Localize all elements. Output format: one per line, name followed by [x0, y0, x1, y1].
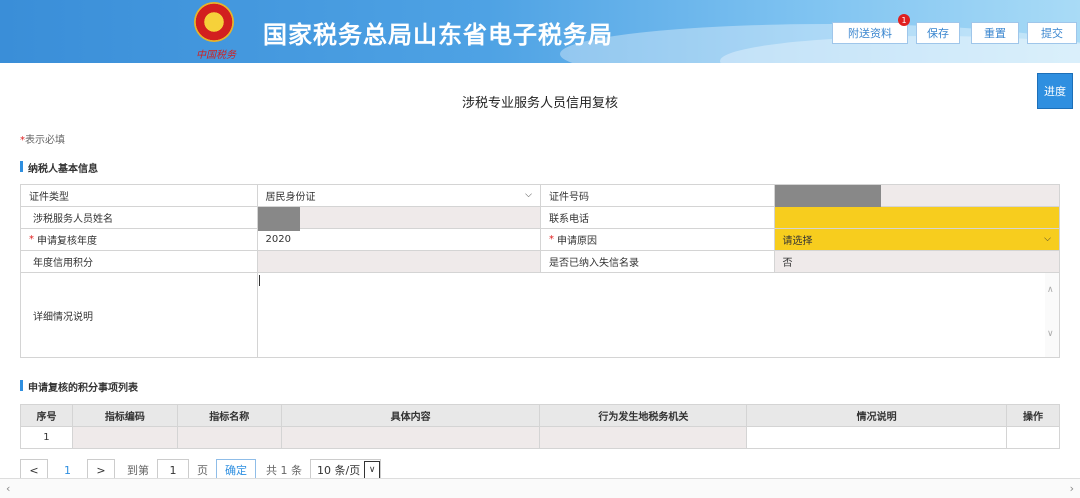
id-number-field[interactable] [774, 185, 1059, 209]
detail-textarea[interactable]: ∧ ∨ [258, 273, 1059, 357]
row-code [71, 426, 178, 449]
table-header-row: 序号 指标编码 指标名称 具体内容 行为发生地税务机关 情况说明 操作 [20, 404, 1061, 427]
credit-label: 年度信用积分 [21, 251, 258, 272]
section-title-list: 申请复核的积分事项列表 [20, 379, 138, 394]
row-content [280, 426, 541, 449]
col-tax-office: 行为发生地税务机关 [539, 404, 748, 427]
form-row-year: * 申请复核年度 2020 * 申请原因 请选择 ⌵ [21, 229, 1059, 251]
chevron-down-icon: ⌵ [1044, 234, 1051, 244]
col-name: 指标名称 [176, 404, 282, 427]
form-row-id: 证件类型 居民身份证 ⌵ 证件号码 [21, 185, 1059, 209]
page-title: 涉税专业服务人员信用复核 [461, 96, 618, 111]
detail-label: 详细情况说明 [21, 273, 258, 357]
blacklist-field: 否 [774, 251, 1059, 272]
page-unit-label: 页 [197, 464, 208, 477]
phone-label: 联系电话 [541, 207, 775, 228]
required-note: *表示必填 [20, 131, 65, 146]
year-label: * 申请复核年度 [21, 229, 258, 250]
id-number-label: 证件号码 [541, 185, 775, 206]
text-caret [258, 275, 260, 286]
credit-field [257, 251, 541, 272]
id-type-select[interactable]: 居民身份证 ⌵ [258, 185, 541, 206]
col-index: 序号 [20, 404, 73, 427]
credit-label-text: 年度信用积分 [33, 258, 93, 269]
blacklist-value: 否 [782, 258, 793, 269]
form-row-name: 涉税服务人员姓名 联系电话 [21, 207, 1059, 231]
row-name [176, 426, 282, 449]
table-row: 1 [20, 426, 1061, 449]
required-star: * [549, 234, 554, 245]
redacted-block [257, 207, 300, 231]
year-field[interactable]: 2020 [258, 229, 541, 250]
scroll-down-icon[interactable]: ∨ [1047, 329, 1054, 339]
attach-documents-button[interactable]: 附送资料 [832, 22, 908, 44]
goto-label: 到第 [127, 464, 149, 477]
detail-label-text: 详细情况说明 [33, 311, 93, 323]
name-label: 涉税服务人员姓名 [21, 207, 258, 228]
phone-input[interactable] [774, 207, 1059, 228]
current-page[interactable]: 1 [64, 464, 71, 477]
basic-info-form: 证件类型 居民身份证 ⌵ 证件号码 涉税服务人员姓名 联系电话 * 申请复核年度… [20, 184, 1060, 358]
scroll-right-icon[interactable]: › [1070, 482, 1074, 495]
reason-label: * 申请原因 [541, 229, 775, 250]
scroll-up-icon[interactable]: ∧ [1047, 285, 1054, 295]
chevron-down-icon: ∨ [364, 461, 381, 479]
horizontal-scrollbar[interactable]: ‹ › [0, 478, 1080, 498]
name-label-text: 涉税服务人员姓名 [33, 214, 113, 225]
year-label-text: 申请复核年度 [37, 236, 97, 247]
textarea-scrollbar[interactable]: ∧ ∨ [1045, 273, 1059, 357]
row-action [1005, 426, 1061, 449]
year-value: 2020 [265, 234, 291, 245]
row-remark-input[interactable] [746, 426, 1007, 449]
col-content: 具体内容 [280, 404, 541, 427]
required-star: * [29, 234, 34, 245]
reason-label-text: 申请原因 [557, 236, 597, 247]
submit-button[interactable]: 提交 [1027, 22, 1077, 44]
reason-placeholder: 请选择 [782, 236, 813, 247]
form-row-credit: 年度信用积分 是否已纳入失信名录 否 [21, 251, 1059, 273]
national-emblem-icon [194, 2, 234, 42]
section-title-basic-info: 纳税人基本信息 [20, 160, 98, 175]
page-size-value: 10 条/页 [317, 464, 361, 477]
row-tax-office [539, 426, 748, 449]
name-field[interactable] [257, 207, 541, 231]
col-code: 指标编码 [71, 404, 178, 427]
tax-logo-caption: 中国税务 [196, 50, 236, 61]
chevron-down-icon: ⌵ [525, 190, 532, 200]
col-remark: 情况说明 [746, 404, 1007, 427]
scroll-left-icon[interactable]: ‹ [6, 482, 10, 495]
id-type-value: 居民身份证 [265, 192, 316, 203]
credit-items-table: 序号 指标编码 指标名称 具体内容 行为发生地税务机关 情况说明 操作 1 [20, 404, 1061, 449]
total-count: 共 1 条 [266, 464, 302, 477]
attach-count-badge: 1 [898, 14, 910, 26]
id-type-label: 证件类型 [21, 185, 258, 206]
form-row-detail: 详细情况说明 ∧ ∨ [21, 273, 1059, 357]
site-title: 国家税务总局山东省电子税务局 [263, 21, 613, 49]
col-action: 操作 [1005, 404, 1061, 427]
app-header: 中国税务 国家税务总局山东省电子税务局 附送资料 1 保存 重置 提交 [0, 0, 1080, 63]
redacted-block [774, 185, 881, 209]
row-index: 1 [20, 426, 73, 449]
reset-button[interactable]: 重置 [971, 22, 1019, 44]
save-button[interactable]: 保存 [916, 22, 960, 44]
reason-select[interactable]: 请选择 ⌵ [774, 229, 1059, 250]
required-note-text: 表示必填 [25, 135, 65, 146]
blacklist-label: 是否已纳入失信名录 [541, 251, 775, 272]
